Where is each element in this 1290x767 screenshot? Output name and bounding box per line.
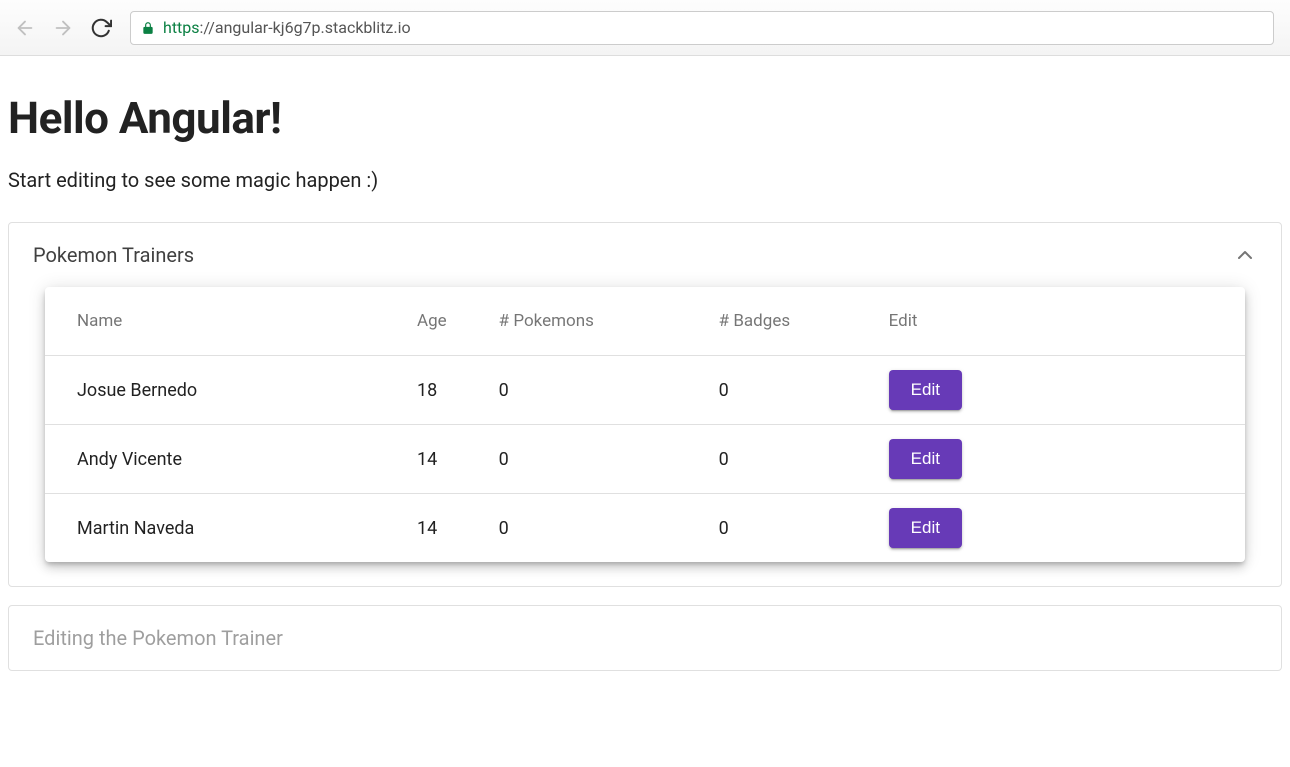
url-scheme: https — [163, 18, 200, 37]
nav-back-button[interactable] — [8, 11, 42, 45]
cell-name: Josue Bernedo — [45, 356, 385, 425]
edit-button[interactable]: Edit — [889, 439, 962, 479]
th-age: Age — [385, 287, 467, 356]
panel-editing: Editing the Pokemon Trainer — [8, 605, 1282, 671]
cell-pokemons: 0 — [467, 425, 687, 494]
cell-edit: Edit — [857, 425, 1245, 494]
cell-pokemons: 0 — [467, 356, 687, 425]
cell-name: Andy Vicente — [45, 425, 385, 494]
cell-age: 18 — [385, 356, 467, 425]
panel-editing-title: Editing the Pokemon Trainer — [33, 626, 283, 650]
browser-toolbar: https://angular-kj6g7p.stackblitz.io — [0, 0, 1290, 56]
table-row: Andy Vicente1400Edit — [45, 425, 1245, 494]
edit-button[interactable]: Edit — [889, 370, 962, 410]
panel-trainers-header[interactable]: Pokemon Trainers — [9, 223, 1281, 287]
cell-name: Martin Naveda — [45, 494, 385, 563]
trainers-table: Name Age # Pokemons # Badges Edit Josue … — [45, 287, 1245, 562]
lock-icon — [141, 21, 155, 35]
cell-edit: Edit — [857, 494, 1245, 563]
cell-edit: Edit — [857, 356, 1245, 425]
th-badges: # Badges — [687, 287, 857, 356]
panel-trainers-body: Name Age # Pokemons # Badges Edit Josue … — [9, 287, 1281, 586]
url-rest: ://angular-kj6g7p.stackblitz.io — [200, 18, 411, 37]
arrow-right-icon — [52, 17, 74, 39]
panel-trainers-title: Pokemon Trainers — [33, 243, 194, 267]
trainers-table-card: Name Age # Pokemons # Badges Edit Josue … — [45, 287, 1245, 562]
nav-reload-button[interactable] — [84, 11, 118, 45]
panel-editing-header[interactable]: Editing the Pokemon Trainer — [9, 606, 1281, 670]
cell-pokemons: 0 — [467, 494, 687, 563]
chevron-up-icon — [1233, 243, 1257, 267]
cell-badges: 0 — [687, 494, 857, 563]
table-row: Josue Bernedo1800Edit — [45, 356, 1245, 425]
cell-badges: 0 — [687, 425, 857, 494]
panel-trainers: Pokemon Trainers Name Age # Pokemons # B… — [8, 222, 1282, 587]
cell-badges: 0 — [687, 356, 857, 425]
table-row: Martin Naveda1400Edit — [45, 494, 1245, 563]
address-bar[interactable]: https://angular-kj6g7p.stackblitz.io — [130, 11, 1274, 45]
reload-icon — [90, 17, 112, 39]
th-pokemons: # Pokemons — [467, 287, 687, 356]
edit-button[interactable]: Edit — [889, 508, 962, 548]
page-subtitle: Start editing to see some magic happen :… — [8, 168, 1282, 192]
th-edit: Edit — [857, 287, 1245, 356]
th-name: Name — [45, 287, 385, 356]
cell-age: 14 — [385, 425, 467, 494]
cell-age: 14 — [385, 494, 467, 563]
page-content: Hello Angular! Start editing to see some… — [0, 56, 1290, 709]
arrow-left-icon — [14, 17, 36, 39]
nav-forward-button[interactable] — [46, 11, 80, 45]
url-text: https://angular-kj6g7p.stackblitz.io — [163, 18, 411, 37]
table-header-row: Name Age # Pokemons # Badges Edit — [45, 287, 1245, 356]
page-title: Hello Angular! — [8, 92, 1282, 144]
